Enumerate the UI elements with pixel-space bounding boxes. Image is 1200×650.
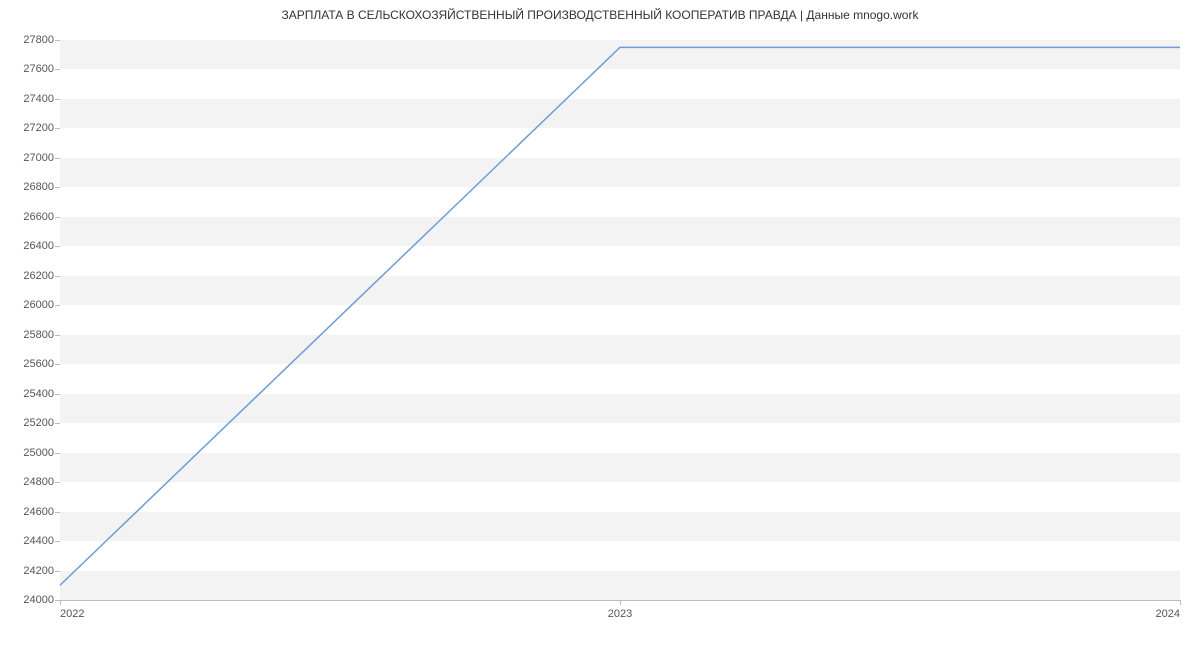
plot-area: [60, 40, 1180, 601]
chart-container: ЗАРПЛАТА В СЕЛЬСКОХОЗЯЙСТВЕННЫЙ ПРОИЗВОД…: [0, 0, 1200, 650]
y-tick-mark: [55, 571, 60, 572]
y-tick-label: 25600: [4, 358, 54, 370]
y-tick-mark: [55, 453, 60, 454]
y-tick-label: 25400: [4, 388, 54, 400]
y-tick-label: 26800: [4, 181, 54, 193]
y-tick-label: 27000: [4, 152, 54, 164]
y-tick-label: 24400: [4, 535, 54, 547]
y-tick-mark: [55, 40, 60, 41]
y-tick-mark: [55, 423, 60, 424]
line-series: [60, 40, 1180, 600]
y-tick-mark: [55, 512, 60, 513]
y-tick-mark: [55, 364, 60, 365]
series-line: [60, 47, 1180, 585]
y-tick-mark: [55, 217, 60, 218]
y-tick-mark: [55, 541, 60, 542]
y-tick-mark: [55, 305, 60, 306]
y-tick-mark: [55, 158, 60, 159]
y-tick-label: 27800: [4, 34, 54, 46]
y-tick-label: 27600: [4, 63, 54, 75]
y-tick-label: 24200: [4, 565, 54, 577]
x-tick-mark: [60, 600, 61, 605]
y-tick-label: 26400: [4, 240, 54, 252]
y-tick-mark: [55, 276, 60, 277]
x-tick-mark: [620, 600, 621, 605]
y-tick-label: 26600: [4, 211, 54, 223]
x-tick-label: 2024: [1156, 608, 1180, 620]
x-tick-label: 2023: [608, 608, 632, 620]
y-tick-label: 26000: [4, 299, 54, 311]
y-tick-label: 25200: [4, 417, 54, 429]
y-tick-mark: [55, 246, 60, 247]
y-tick-mark: [55, 69, 60, 70]
y-tick-label: 25000: [4, 447, 54, 459]
y-tick-mark: [55, 335, 60, 336]
chart-title: ЗАРПЛАТА В СЕЛЬСКОХОЗЯЙСТВЕННЫЙ ПРОИЗВОД…: [0, 8, 1200, 22]
y-tick-label: 27400: [4, 93, 54, 105]
y-tick-label: 24000: [4, 594, 54, 606]
x-tick-mark: [1180, 600, 1181, 605]
y-tick-mark: [55, 187, 60, 188]
y-tick-mark: [55, 394, 60, 395]
y-tick-mark: [55, 482, 60, 483]
y-tick-label: 24600: [4, 506, 54, 518]
y-tick-label: 26200: [4, 270, 54, 282]
y-tick-label: 25800: [4, 329, 54, 341]
y-tick-mark: [55, 99, 60, 100]
y-tick-label: 27200: [4, 122, 54, 134]
y-tick-mark: [55, 128, 60, 129]
x-tick-label: 2022: [60, 608, 84, 620]
y-tick-label: 24800: [4, 476, 54, 488]
